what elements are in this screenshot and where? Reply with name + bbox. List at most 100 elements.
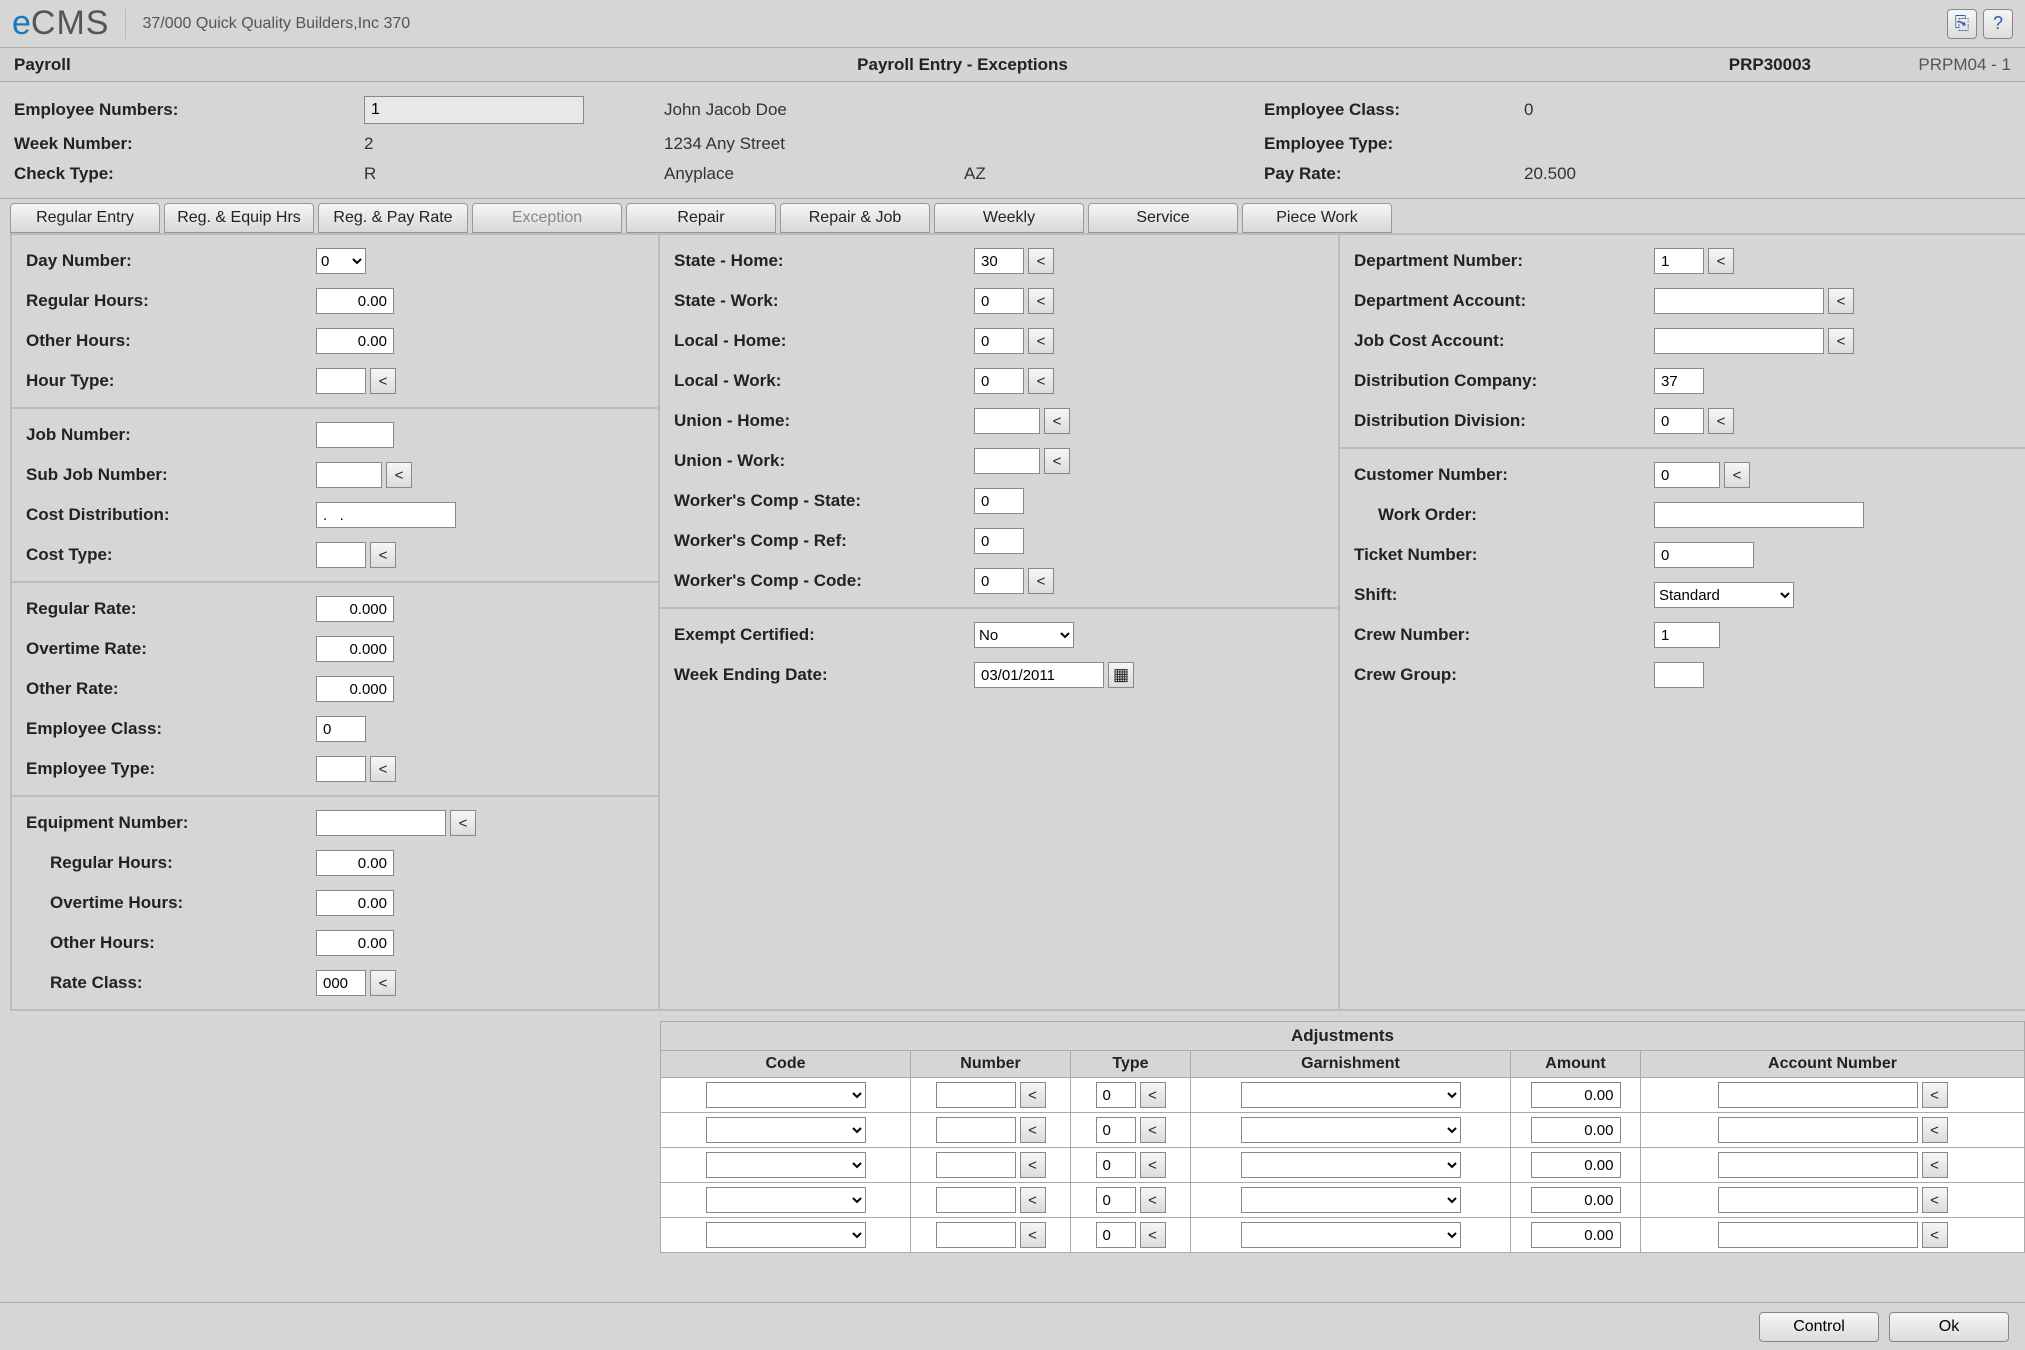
tab-repair-job[interactable]: Repair & Job bbox=[780, 203, 930, 233]
adj-garn-select[interactable] bbox=[1241, 1222, 1461, 1248]
wc-ref-input[interactable] bbox=[974, 528, 1024, 554]
adj-number-lookup[interactable]: < bbox=[1020, 1187, 1046, 1213]
tab-repair[interactable]: Repair bbox=[626, 203, 776, 233]
tab-weekly[interactable]: Weekly bbox=[934, 203, 1084, 233]
cost-type-input[interactable] bbox=[316, 542, 366, 568]
adj-number-lookup[interactable]: < bbox=[1020, 1222, 1046, 1248]
customer-number-input[interactable] bbox=[1654, 462, 1720, 488]
adj-acct-input[interactable] bbox=[1718, 1082, 1918, 1108]
adj-number-input[interactable] bbox=[936, 1187, 1016, 1213]
adj-amount-input[interactable] bbox=[1531, 1187, 1621, 1213]
cost-dist-input[interactable] bbox=[316, 502, 456, 528]
state-work-lookup[interactable]: < bbox=[1028, 288, 1054, 314]
equip-number-lookup[interactable]: < bbox=[450, 810, 476, 836]
adj-acct-lookup[interactable]: < bbox=[1922, 1152, 1948, 1178]
emp-number-input[interactable] bbox=[364, 96, 584, 124]
adj-garn-select[interactable] bbox=[1241, 1082, 1461, 1108]
eq-ot-hours-input[interactable] bbox=[316, 890, 394, 916]
adj-type-input[interactable] bbox=[1096, 1152, 1136, 1178]
adj-type-lookup[interactable]: < bbox=[1140, 1152, 1166, 1178]
state-work-input[interactable] bbox=[974, 288, 1024, 314]
eq-reg-hours-input[interactable] bbox=[316, 850, 394, 876]
dist-division-lookup[interactable]: < bbox=[1708, 408, 1734, 434]
adj-amount-input[interactable] bbox=[1531, 1082, 1621, 1108]
tab-reg-pay-rate[interactable]: Reg. & Pay Rate bbox=[318, 203, 468, 233]
work-order-input[interactable] bbox=[1654, 502, 1864, 528]
adj-garn-select[interactable] bbox=[1241, 1152, 1461, 1178]
adj-number-input[interactable] bbox=[936, 1222, 1016, 1248]
union-work-lookup[interactable]: < bbox=[1044, 448, 1070, 474]
day-number-select[interactable]: 0 bbox=[316, 248, 366, 274]
equip-number-input[interactable] bbox=[316, 810, 446, 836]
sub-job-lookup[interactable]: < bbox=[386, 462, 412, 488]
adj-code-select[interactable] bbox=[706, 1082, 866, 1108]
hour-type-lookup[interactable]: < bbox=[370, 368, 396, 394]
sub-job-number-input[interactable] bbox=[316, 462, 382, 488]
state-home-input[interactable] bbox=[974, 248, 1024, 274]
adj-code-select[interactable] bbox=[706, 1117, 866, 1143]
tab-reg-equip-hrs[interactable]: Reg. & Equip Hrs bbox=[164, 203, 314, 233]
emp-type-lookup[interactable]: < bbox=[370, 756, 396, 782]
shift-select[interactable]: Standard bbox=[1654, 582, 1794, 608]
adj-number-lookup[interactable]: < bbox=[1020, 1152, 1046, 1178]
adj-number-input[interactable] bbox=[936, 1082, 1016, 1108]
control-button[interactable]: Control bbox=[1759, 1312, 1879, 1342]
regular-rate-input[interactable] bbox=[316, 596, 394, 622]
adj-acct-input[interactable] bbox=[1718, 1117, 1918, 1143]
jc-account-input[interactable] bbox=[1654, 328, 1824, 354]
dist-company-input[interactable] bbox=[1654, 368, 1704, 394]
rate-class-input[interactable] bbox=[316, 970, 366, 996]
adj-type-input[interactable] bbox=[1096, 1082, 1136, 1108]
rate-class-lookup[interactable]: < bbox=[370, 970, 396, 996]
wc-state-input[interactable] bbox=[974, 488, 1024, 514]
union-home-input[interactable] bbox=[974, 408, 1040, 434]
tab-service[interactable]: Service bbox=[1088, 203, 1238, 233]
dept-number-lookup[interactable]: < bbox=[1708, 248, 1734, 274]
adj-acct-lookup[interactable]: < bbox=[1922, 1187, 1948, 1213]
adj-acct-lookup[interactable]: < bbox=[1922, 1222, 1948, 1248]
adj-number-input[interactable] bbox=[936, 1117, 1016, 1143]
adj-acct-input[interactable] bbox=[1718, 1187, 1918, 1213]
tab-exception[interactable]: Exception bbox=[472, 203, 622, 233]
adj-type-input[interactable] bbox=[1096, 1222, 1136, 1248]
adj-type-lookup[interactable]: < bbox=[1140, 1117, 1166, 1143]
calendar-icon[interactable]: ▦ bbox=[1108, 662, 1134, 688]
local-work-input[interactable] bbox=[974, 368, 1024, 394]
week-ending-input[interactable] bbox=[974, 662, 1104, 688]
adj-code-select[interactable] bbox=[706, 1152, 866, 1178]
adj-acct-input[interactable] bbox=[1718, 1222, 1918, 1248]
regular-hours-input[interactable] bbox=[316, 288, 394, 314]
adj-code-select[interactable] bbox=[706, 1222, 866, 1248]
other-rate-input[interactable] bbox=[316, 676, 394, 702]
union-home-lookup[interactable]: < bbox=[1044, 408, 1070, 434]
union-work-input[interactable] bbox=[974, 448, 1040, 474]
adj-amount-input[interactable] bbox=[1531, 1222, 1621, 1248]
adj-amount-input[interactable] bbox=[1531, 1117, 1621, 1143]
adj-type-input[interactable] bbox=[1096, 1117, 1136, 1143]
wc-code-input[interactable] bbox=[974, 568, 1024, 594]
other-hours-input[interactable] bbox=[316, 328, 394, 354]
dist-division-input[interactable] bbox=[1654, 408, 1704, 434]
export-button[interactable]: ⎘ bbox=[1947, 9, 1977, 39]
overtime-rate-input[interactable] bbox=[316, 636, 394, 662]
adj-garn-select[interactable] bbox=[1241, 1117, 1461, 1143]
jc-account-lookup[interactable]: < bbox=[1828, 328, 1854, 354]
adj-type-lookup[interactable]: < bbox=[1140, 1222, 1166, 1248]
exempt-certified-select[interactable]: No bbox=[974, 622, 1074, 648]
adj-code-select[interactable] bbox=[706, 1187, 866, 1213]
adj-number-input[interactable] bbox=[936, 1152, 1016, 1178]
cost-type-lookup[interactable]: < bbox=[370, 542, 396, 568]
state-home-lookup[interactable]: < bbox=[1028, 248, 1054, 274]
dept-number-input[interactable] bbox=[1654, 248, 1704, 274]
eq-other-hours-input[interactable] bbox=[316, 930, 394, 956]
tab-piece-work[interactable]: Piece Work bbox=[1242, 203, 1392, 233]
emp-class-input[interactable] bbox=[316, 716, 366, 742]
wc-code-lookup[interactable]: < bbox=[1028, 568, 1054, 594]
adj-type-lookup[interactable]: < bbox=[1140, 1082, 1166, 1108]
adj-type-lookup[interactable]: < bbox=[1140, 1187, 1166, 1213]
emp-type-input[interactable] bbox=[316, 756, 366, 782]
adj-acct-lookup[interactable]: < bbox=[1922, 1082, 1948, 1108]
adj-number-lookup[interactable]: < bbox=[1020, 1117, 1046, 1143]
adj-garn-select[interactable] bbox=[1241, 1187, 1461, 1213]
customer-number-lookup[interactable]: < bbox=[1724, 462, 1750, 488]
